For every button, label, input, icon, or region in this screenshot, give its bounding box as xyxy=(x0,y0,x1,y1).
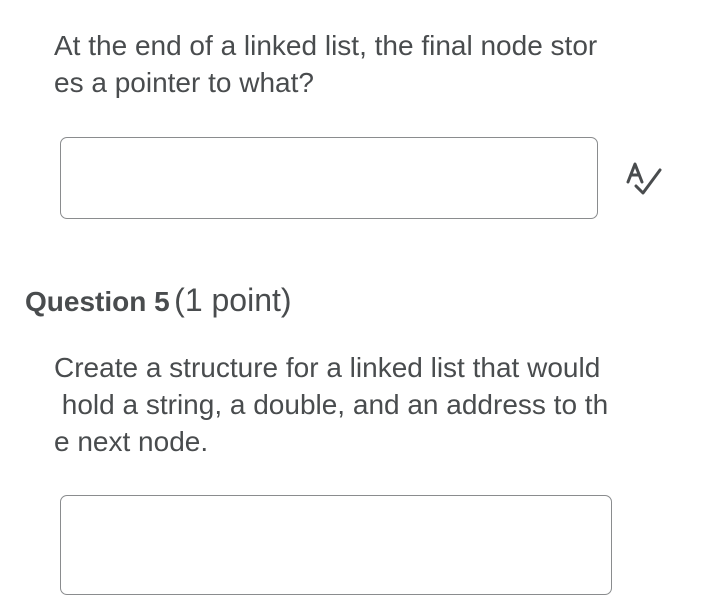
question-5-points: (1 point) xyxy=(174,282,292,318)
spellcheck-icon[interactable] xyxy=(624,160,664,198)
question-5-answer-input[interactable] xyxy=(60,495,612,595)
question-4-prompt-line-2: es a pointer to what? xyxy=(54,67,314,98)
question-4-prompt: At the end of a linked list, the final n… xyxy=(54,27,704,101)
question-5-prompt-line-3: e next node. xyxy=(54,426,209,457)
question-5-prompt: Create a structure for a linked list tha… xyxy=(54,349,704,460)
question-5-title: Question 5 xyxy=(25,286,170,317)
question-5-prompt-line-2: hold a string, a double, and an address … xyxy=(54,389,609,420)
question-5-prompt-line-1: Create a structure for a linked list tha… xyxy=(54,352,601,383)
question-5-heading: Question 5 (1 point) xyxy=(25,282,292,319)
question-4-prompt-line-1: At the end of a linked list, the final n… xyxy=(54,30,598,61)
question-4-answer-input[interactable] xyxy=(60,137,598,219)
